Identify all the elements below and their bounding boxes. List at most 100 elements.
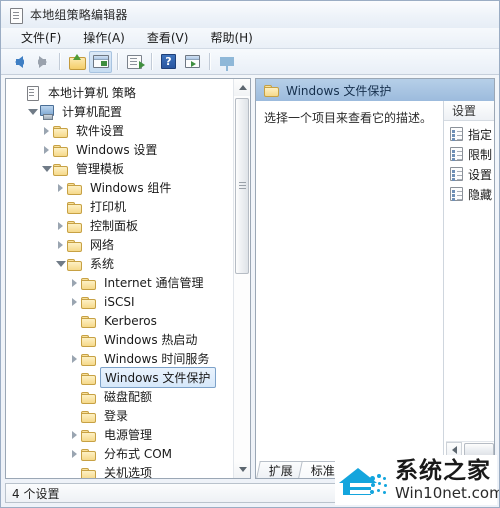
settings-list-item[interactable]: 设置 (444, 164, 494, 184)
tree-item[interactable]: 软件设置 (6, 121, 233, 140)
settings-list-item[interactable]: 限制 (444, 144, 494, 164)
toolbar-separator-2 (117, 53, 119, 70)
menu-file[interactable]: 文件(F) (13, 28, 69, 48)
twisty-placeholder (68, 371, 81, 384)
tree-item[interactable]: 打印机 (6, 197, 233, 216)
twisty-collapsed-icon[interactable] (68, 295, 81, 308)
tree-item[interactable]: 登录 (6, 406, 233, 425)
tree-item[interactable]: 电源管理 (6, 425, 233, 444)
settings-list-item-label: 指定 (468, 127, 493, 142)
twisty-expanded-icon[interactable] (40, 162, 53, 175)
settings-list-pane: 设置 指定 限制 设置 隐藏 (444, 101, 494, 478)
tree-item[interactable]: 系统 (6, 254, 233, 273)
show-hide-console-tree-button[interactable] (89, 50, 112, 73)
folder-icon (81, 467, 99, 478)
twisty-expanded-icon[interactable] (54, 257, 67, 270)
local-group-policy-editor-window: 本地组策略编辑器 文件(F) 操作(A) 查看(V) 帮助(H) ? 本地计算机… (0, 0, 500, 508)
tree-item-label: 控制面板 (90, 219, 139, 233)
tree-item-label: Windows 热启动 (104, 333, 198, 347)
chevron-left-icon (451, 445, 457, 454)
settings-list-item[interactable]: 隐藏 (444, 184, 494, 204)
tree-item[interactable]: Windows 组件 (6, 178, 233, 197)
tree-item[interactable]: Kerberos (6, 311, 233, 330)
tree-item-label: 磁盘配额 (104, 390, 153, 404)
scroll-up-button[interactable] (234, 79, 250, 96)
scroll-down-button[interactable] (234, 461, 250, 478)
tree-item[interactable]: Windows 设置 (6, 140, 233, 159)
twisty-collapsed-icon[interactable] (54, 238, 67, 251)
up-one-level-button[interactable] (65, 51, 88, 73)
menu-view[interactable]: 查看(V) (139, 28, 197, 48)
tree-item-label: Windows 文件保护 (100, 367, 217, 388)
tab-standard[interactable]: 标准 (298, 461, 347, 478)
policy-setting-icon (450, 127, 463, 141)
scroll-left-button[interactable] (446, 442, 462, 457)
folder-icon (81, 277, 99, 290)
folder-icon (67, 182, 85, 195)
tree-vertical-scrollbar[interactable] (233, 79, 250, 478)
scrollbar-thumb[interactable] (235, 98, 249, 274)
tree-item[interactable]: Windows 时间服务 (6, 349, 233, 368)
twisty-collapsed-icon[interactable] (68, 428, 81, 441)
tree-item[interactable]: 分布式 COM (6, 444, 233, 463)
folder-icon (67, 201, 85, 214)
folder-icon (67, 258, 85, 271)
horizontal-scrollbar-thumb[interactable] (464, 442, 494, 457)
action-pane-icon (185, 55, 200, 68)
tree-item-label: 电源管理 (104, 428, 153, 442)
tree-item-label: 计算机配置 (62, 105, 123, 119)
twisty-collapsed-icon[interactable] (40, 124, 53, 137)
tree-item[interactable]: Internet 通信管理 (6, 273, 233, 292)
forward-button[interactable] (31, 51, 54, 73)
twisty-collapsed-icon[interactable] (68, 447, 81, 460)
details-pane-header: Windows 文件保护 (256, 79, 494, 101)
export-list-button[interactable] (123, 51, 146, 73)
tab-extended[interactable]: 扩展 (256, 461, 305, 478)
menu-action[interactable]: 操作(A) (75, 28, 133, 48)
twisty-placeholder (54, 200, 67, 213)
arrow-left-icon (14, 55, 24, 68)
back-button[interactable] (7, 51, 30, 73)
tree-item[interactable]: Windows 文件保护 (6, 367, 233, 388)
twisty-expanded-icon[interactable] (26, 105, 39, 118)
twisty-collapsed-icon[interactable] (54, 219, 67, 232)
tree-item[interactable]: 管理模板 (6, 159, 233, 178)
policy-setting-icon (450, 147, 463, 161)
show-action-pane-button[interactable] (181, 51, 204, 73)
tree-item[interactable]: Windows 热启动 (6, 330, 233, 349)
tree-item[interactable]: 控制面板 (6, 216, 233, 235)
folder-icon (81, 315, 99, 328)
view-tabs: 扩展 标准 (256, 458, 347, 478)
tree-item[interactable]: 网络 (6, 235, 233, 254)
details-pane-body: 选择一个项目来查看它的描述。 设置 指定 限制 设置 隐藏 (256, 101, 494, 478)
twisty-collapsed-icon[interactable] (68, 352, 81, 365)
settings-column-header[interactable]: 设置 (444, 101, 494, 121)
twisty-collapsed-icon[interactable] (68, 276, 81, 289)
tree-item[interactable]: 本地计算机 策略 (6, 83, 233, 102)
twisty-collapsed-icon[interactable] (40, 143, 53, 156)
help-button[interactable]: ? (157, 51, 180, 73)
settings-list-item-label: 隐藏 (468, 187, 493, 202)
tree-item-label: 本地计算机 策略 (48, 86, 136, 100)
filter-button[interactable] (215, 51, 238, 73)
policy-setting-icon (450, 167, 463, 181)
window-title: 本地组策略编辑器 (30, 8, 128, 22)
tree-item[interactable]: 关机选项 (6, 463, 233, 478)
twisty-placeholder (12, 86, 25, 99)
tree-item[interactable]: 磁盘配额 (6, 387, 233, 406)
policy-document-icon (8, 7, 24, 24)
tree-item-label: 关机选项 (104, 466, 153, 478)
status-text: 4 个设置 (12, 486, 60, 501)
tree-item[interactable]: 计算机配置 (6, 102, 233, 121)
twisty-placeholder (68, 333, 81, 346)
folder-icon (53, 125, 71, 138)
tree-item-label: 网络 (90, 238, 115, 252)
toolbar-separator-1 (59, 53, 61, 70)
tab-label: 扩展 (268, 463, 293, 478)
tree-item[interactable]: iSCSI (6, 292, 233, 311)
details-horizontal-scrollbar[interactable] (446, 441, 494, 457)
menu-help[interactable]: 帮助(H) (202, 28, 260, 48)
twisty-collapsed-icon[interactable] (54, 181, 67, 194)
split-panes-icon (92, 55, 109, 68)
settings-list-item[interactable]: 指定 (444, 124, 494, 144)
